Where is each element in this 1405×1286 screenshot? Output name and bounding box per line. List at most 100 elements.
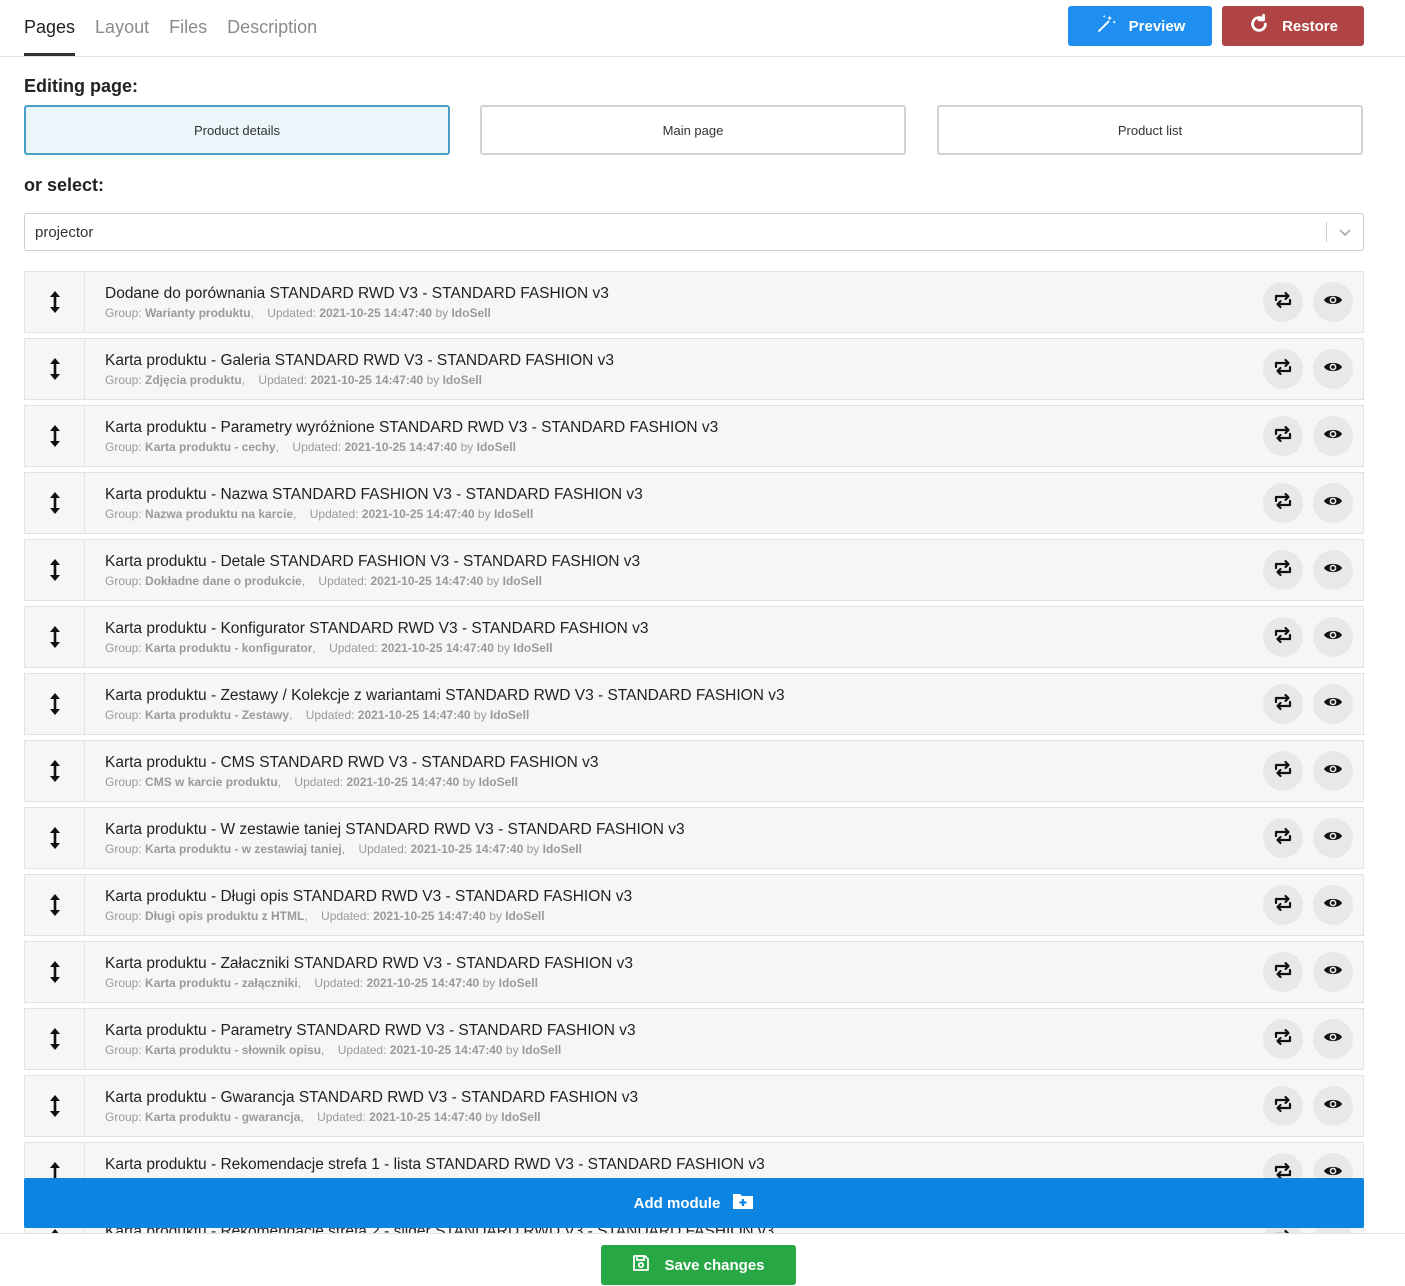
preview-label: Preview [1128,17,1186,35]
by-prefix: by [505,1043,519,1057]
preview-module-button[interactable] [1313,349,1353,389]
preview-module-button[interactable] [1313,684,1353,724]
by-prefix: by [497,641,510,655]
swap-icon [1273,626,1293,649]
updated-prefix: Updated: [317,1110,366,1124]
swap-button[interactable] [1263,952,1303,992]
author-value: IdoSell [513,641,553,655]
preview-module-button[interactable] [1313,818,1353,858]
swap-button[interactable] [1263,885,1303,925]
restore-button[interactable]: Restore [1222,6,1364,46]
drag-handle-icon[interactable] [25,607,85,667]
preview-module-button[interactable] [1313,1019,1353,1059]
module-row: Karta produktu - Parametry STANDARD RWD … [24,1008,1364,1070]
drag-handle-icon[interactable] [25,741,85,801]
updated-prefix: Updated: [358,842,408,856]
module-meta: Group: Zdjęcia produktu, Updated: 2021-1… [105,373,482,387]
by-prefix: by [485,1110,498,1124]
drag-handle-icon[interactable] [25,942,85,1002]
drag-handle-icon[interactable] [25,473,85,533]
magic-wand-icon [1095,13,1117,39]
module-row: Karta produktu - Parametry wyróżnione ST… [24,405,1364,467]
group-prefix: Group: [105,708,142,722]
by-prefix: by [435,306,449,320]
page-product-details-button[interactable]: Product details [24,105,450,155]
drag-handle-icon[interactable] [25,1009,85,1069]
preview-module-button[interactable] [1313,751,1353,791]
save-changes-button[interactable]: Save changes [601,1245,796,1285]
preview-module-button[interactable] [1313,1086,1353,1126]
swap-button[interactable] [1263,617,1303,657]
group-value: Karta produktu - słownik opisu [145,1043,322,1057]
eye-icon [1323,360,1343,379]
page-product-list-button[interactable]: Product list [937,105,1363,155]
swap-button[interactable] [1263,1086,1303,1126]
preview-module-button[interactable] [1313,416,1353,456]
preview-button[interactable]: Preview [1068,6,1212,46]
preview-module-button[interactable] [1313,952,1353,992]
swap-button[interactable] [1263,282,1303,322]
swap-button[interactable] [1263,684,1303,724]
page-select-value: projector [35,224,94,241]
drag-handle-icon[interactable] [25,272,85,332]
swap-button[interactable] [1263,818,1303,858]
module-title: Karta produktu - Parametry wyróżnione ST… [105,419,719,436]
drag-handle-icon[interactable] [25,875,85,935]
author-value: IdoSell [489,708,530,722]
page-main-page-button[interactable]: Main page [480,105,906,155]
tab-files[interactable]: Files [169,0,207,57]
updated-prefix: Updated: [329,641,378,655]
drag-handle-icon[interactable] [25,406,85,466]
footer-bar: Save changes [0,1233,1405,1286]
preview-module-button[interactable] [1313,282,1353,322]
author-value: IdoSell [542,842,582,856]
preview-module-button[interactable] [1313,617,1353,657]
eye-icon [1323,896,1343,915]
swap-button[interactable] [1263,349,1303,389]
tab-layout[interactable]: Layout [95,0,149,57]
save-icon [632,1254,650,1276]
updated-value: 2021-10-25 14:47:40 [373,909,486,923]
or-select-label: or select: [24,175,105,195]
add-module-button[interactable]: Add module [24,1178,1364,1228]
drag-handle-icon[interactable] [25,339,85,399]
by-prefix: by [477,507,491,521]
restore-icon [1248,13,1270,39]
by-prefix: by [426,373,440,387]
page-select[interactable]: projector [24,213,1364,251]
preview-module-button[interactable] [1313,550,1353,590]
eye-icon [1323,628,1343,647]
preview-module-button[interactable] [1313,885,1353,925]
tab-pages[interactable]: Pages [24,0,76,56]
swap-button[interactable] [1263,550,1303,590]
updated-prefix: Updated: [292,440,342,454]
swap-button[interactable] [1263,1019,1303,1059]
drag-handle-icon[interactable] [25,808,85,868]
drag-handle-icon[interactable] [25,674,85,734]
tab-description[interactable]: Description [227,0,317,57]
module-meta: Group: Karta produktu - Zestawy, Updated… [105,708,530,722]
swap-button[interactable] [1263,483,1303,523]
group-value: Karta produktu - w zestawiaj taniej [145,842,342,856]
group-prefix: Group: [105,1110,142,1124]
drag-handle-icon[interactable] [25,540,85,600]
module-title: Karta produktu - Zestawy / Kolekcje z wa… [105,687,785,704]
module-list: Dodane do porównania STANDARD RWD V3 - S… [24,271,1364,1233]
updated-prefix: Updated: [294,775,344,789]
group-value: Karta produktu - cechy [145,440,276,454]
swap-button[interactable] [1263,751,1303,791]
updated-prefix: Updated: [321,909,370,923]
module-meta: Group: Karta produktu - słownik opisu, U… [105,1043,562,1057]
group-prefix: Group: [105,306,142,320]
chevron-down-icon[interactable] [1337,224,1353,245]
preview-module-button[interactable] [1313,483,1353,523]
updated-prefix: Updated: [314,976,364,990]
eye-icon [1323,963,1343,982]
module-row: Karta produktu - Galeria STANDARD RWD V3… [24,338,1364,400]
module-meta: Group: Karta produktu - cechy, Updated: … [105,440,516,454]
updated-prefix: Updated: [258,373,308,387]
drag-handle-icon[interactable] [25,1076,85,1136]
swap-button[interactable] [1263,416,1303,456]
module-title: Karta produktu - Długi opis STANDARD RWD… [105,888,633,905]
updated-value: 2021-10-25 14:47:40 [410,842,524,856]
